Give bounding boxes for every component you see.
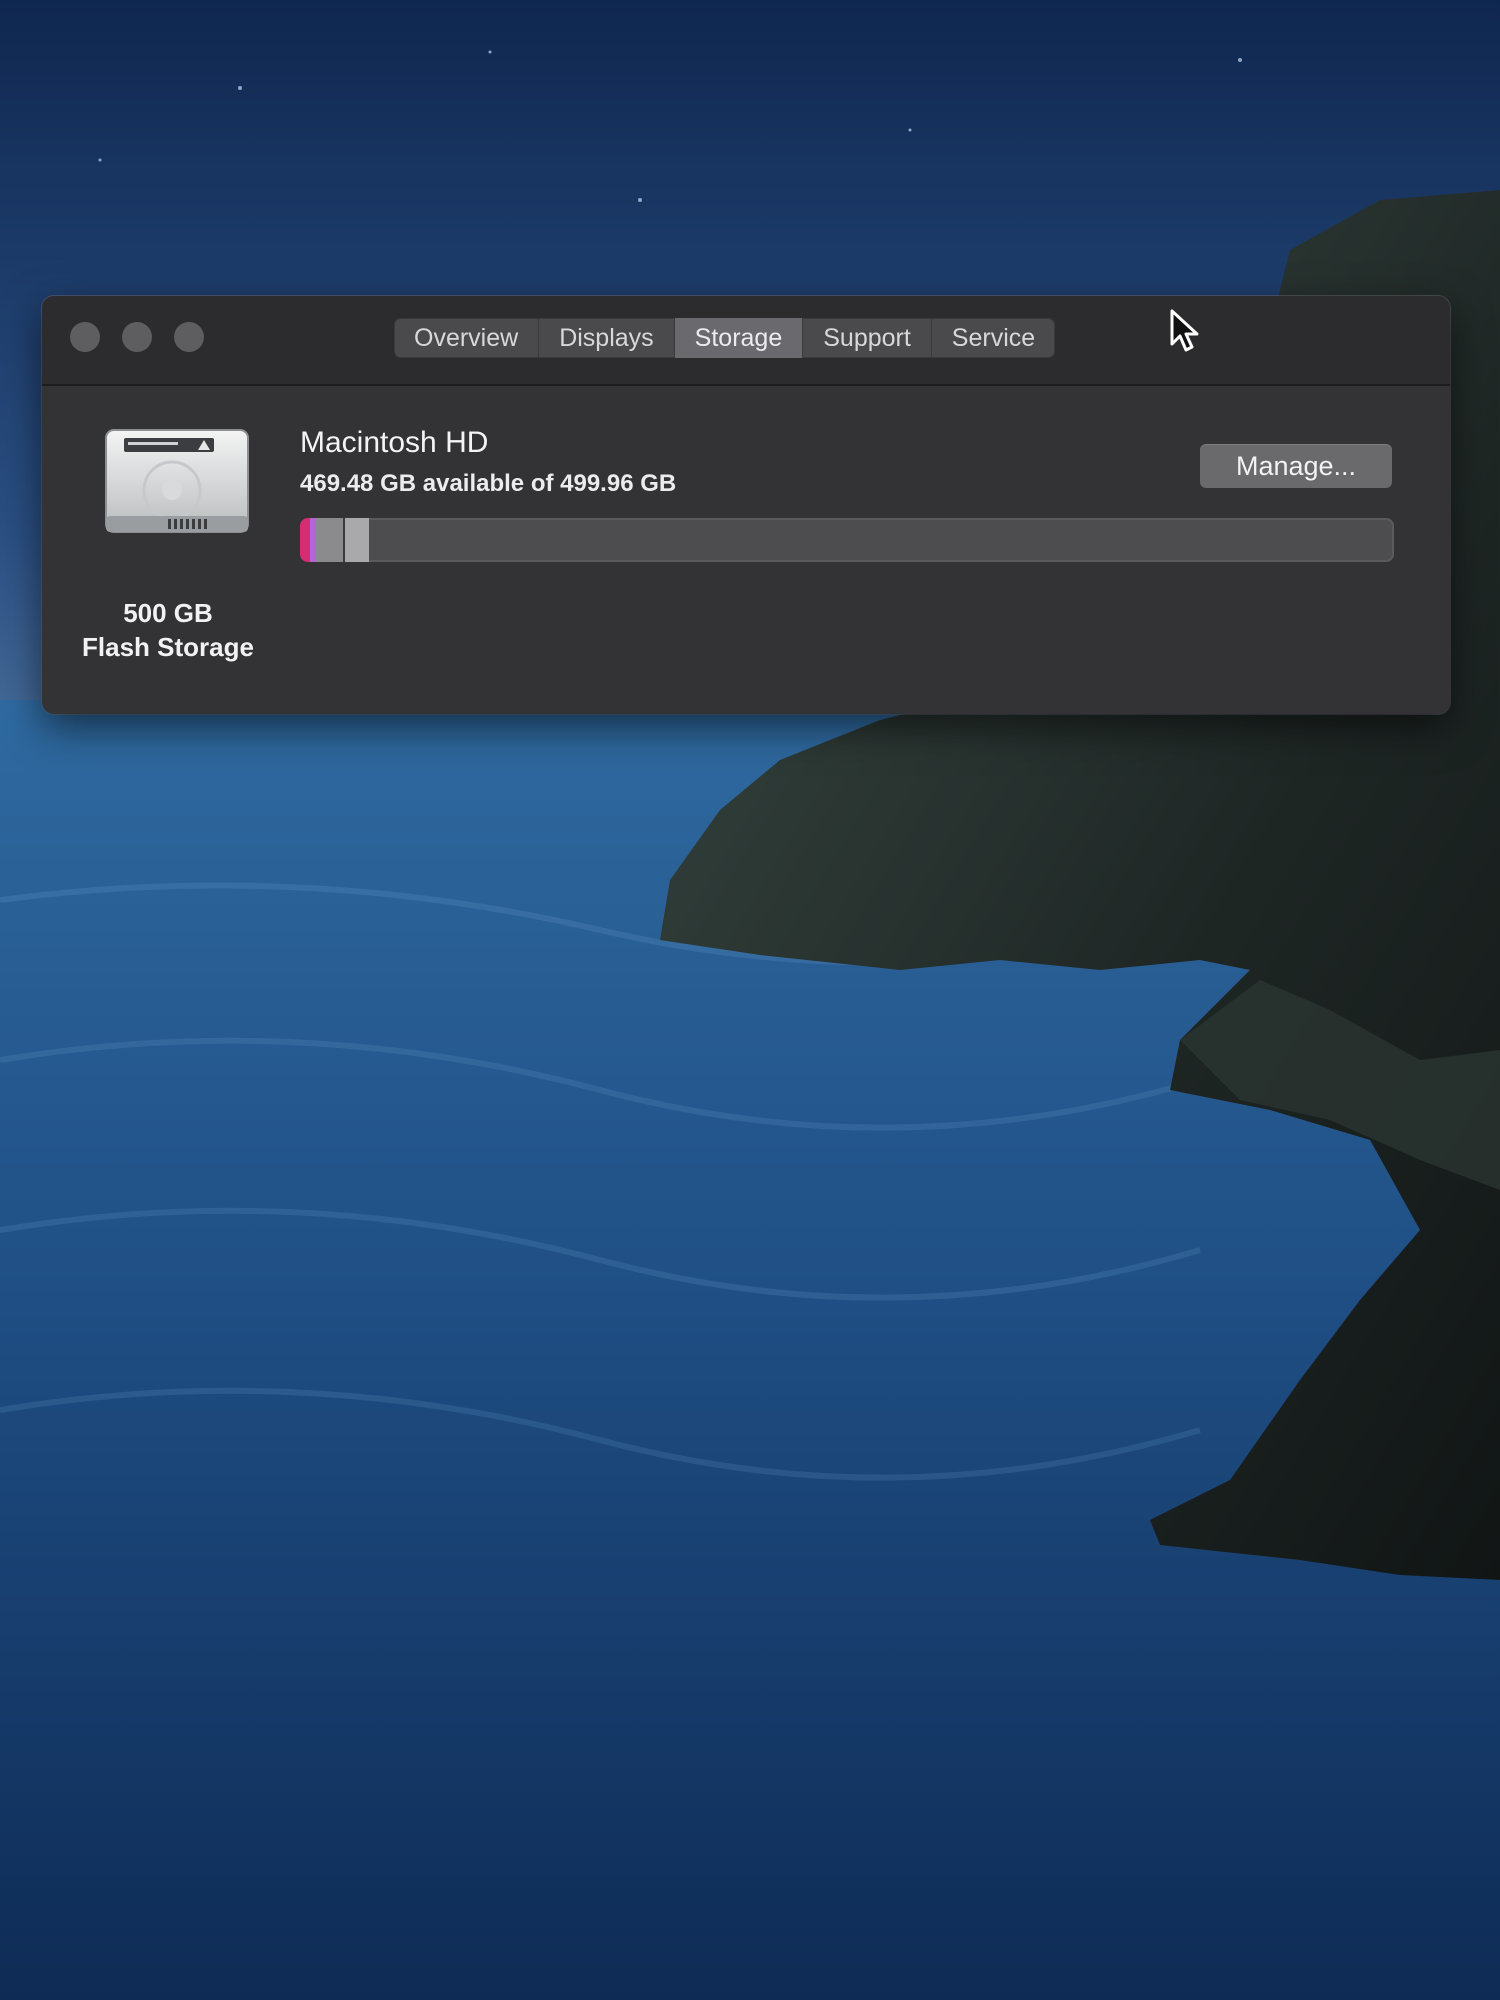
tab-service[interactable]: Service xyxy=(932,318,1055,358)
zoom-window-button[interactable] xyxy=(174,322,204,352)
manage-button[interactable]: Manage... xyxy=(1200,444,1392,488)
disk-size-label: 500 GB xyxy=(123,598,213,628)
hard-drive-icon xyxy=(102,428,252,538)
mouse-pointer-icon xyxy=(1168,308,1202,354)
close-window-button[interactable] xyxy=(70,322,100,352)
window-controls xyxy=(70,322,204,352)
tab-overview[interactable]: Overview xyxy=(394,318,540,358)
tab-storage[interactable]: Storage xyxy=(674,318,804,358)
tab-displays[interactable]: Displays xyxy=(539,318,675,358)
storage-usage-fill xyxy=(300,518,369,562)
minimize-window-button[interactable] xyxy=(122,322,152,352)
about-this-mac-window: Overview Displays Storage Support Servic… xyxy=(42,296,1450,714)
tab-support[interactable]: Support xyxy=(803,318,932,358)
disk-type-label: Flash Storage xyxy=(82,632,254,662)
tab-bar: Overview Displays Storage Support Servic… xyxy=(394,318,1056,358)
window-titlebar: Overview Displays Storage Support Servic… xyxy=(42,296,1450,386)
storage-usage-bar xyxy=(300,518,1394,562)
usage-segment-system xyxy=(315,518,346,562)
volume-availability: 469.48 GB available of 499.96 GB xyxy=(300,470,677,497)
volume-name: Macintosh HD xyxy=(300,426,489,459)
usage-segment-apps xyxy=(300,518,310,562)
usage-segment-other xyxy=(345,518,369,562)
